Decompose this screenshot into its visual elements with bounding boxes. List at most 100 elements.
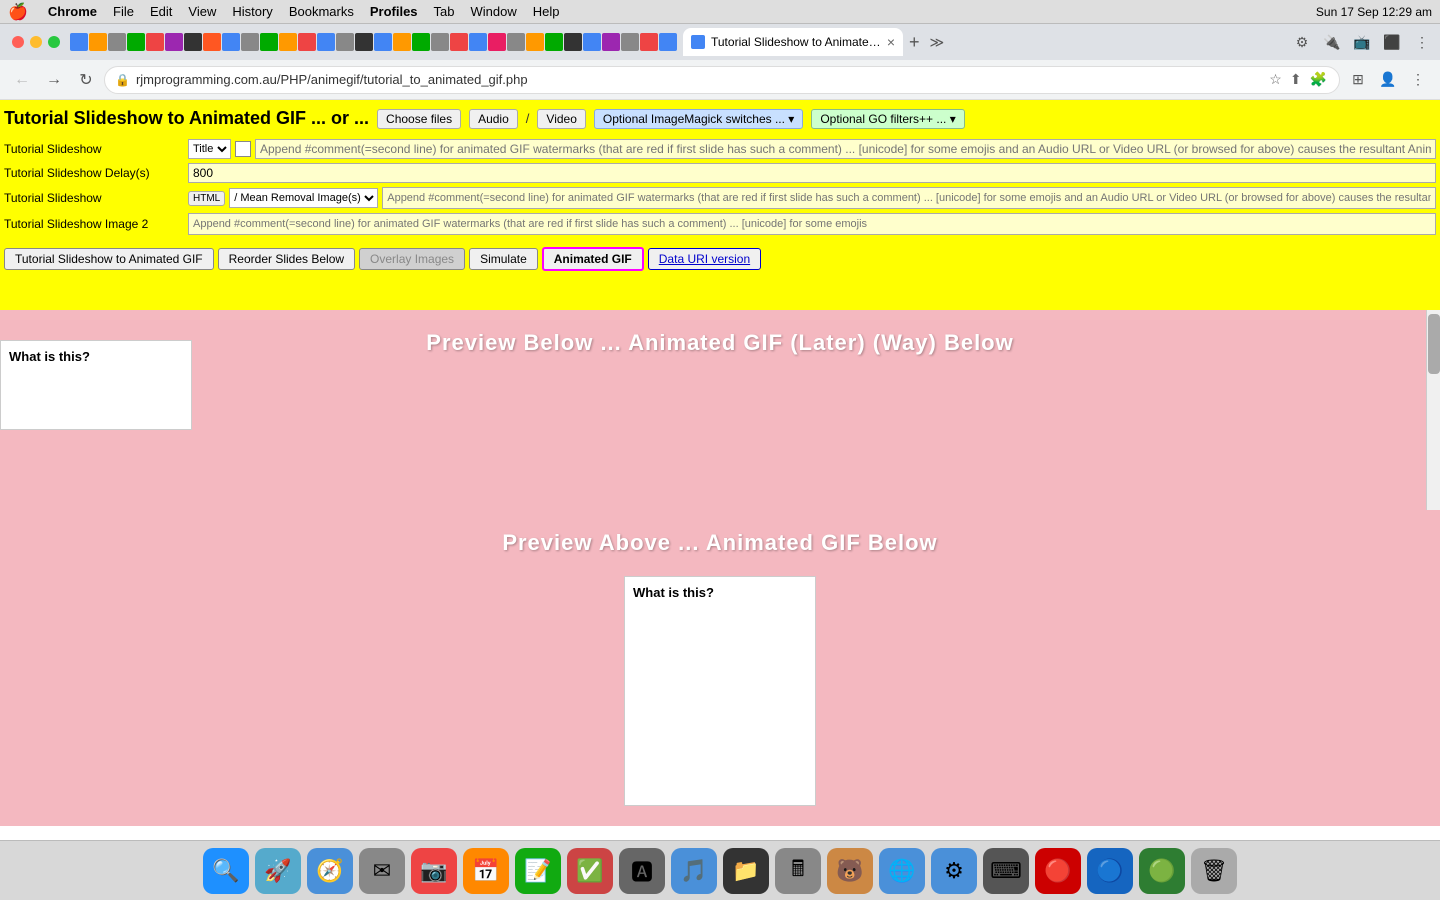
menu-help[interactable]: Help — [533, 4, 560, 19]
slideshow-to-gif-button[interactable]: Tutorial Slideshow to Animated GIF — [4, 248, 214, 270]
tab-favicon-11[interactable] — [260, 33, 278, 51]
tab-favicon-15[interactable] — [336, 33, 354, 51]
bookmark-star-icon[interactable]: ☆ — [1267, 69, 1284, 90]
apple-menu[interactable]: 🍎 — [8, 2, 28, 22]
delay-input[interactable] — [188, 163, 1436, 183]
dock-appstore[interactable]: 🅰 — [619, 848, 665, 894]
tab-favicon-9[interactable] — [222, 33, 240, 51]
dock-extras-2[interactable]: 🔵 — [1087, 848, 1133, 894]
dock-mail[interactable]: ✉ — [359, 848, 405, 894]
slideshow-input[interactable] — [255, 139, 1436, 159]
menu-profiles[interactable]: Profiles — [370, 4, 418, 19]
tab-favicon-2[interactable] — [89, 33, 107, 51]
tab-favicon-19[interactable] — [412, 33, 430, 51]
tab-favicon-7[interactable] — [184, 33, 202, 51]
tab-favicon-5[interactable] — [146, 33, 164, 51]
dock-calendar[interactable]: 📅 — [463, 848, 509, 894]
slideshow-select[interactable]: Title — [188, 139, 231, 159]
menu-history[interactable]: History — [232, 4, 272, 19]
menu-bookmarks[interactable]: Bookmarks — [289, 4, 354, 19]
tab-favicon-25[interactable] — [526, 33, 544, 51]
settings-icon[interactable]: ⚙ — [1288, 28, 1316, 56]
tab-overflow-button[interactable]: ≫ — [926, 34, 949, 51]
split-view-icon[interactable]: ⊞ — [1344, 66, 1372, 94]
menu-window[interactable]: Window — [471, 4, 517, 19]
dock-terminal[interactable]: ⌨ — [983, 848, 1029, 894]
tab-favicon-31[interactable] — [640, 33, 658, 51]
tab-favicon-17[interactable] — [374, 33, 392, 51]
tab-favicon-27[interactable] — [564, 33, 582, 51]
tab-favicon-24[interactable] — [507, 33, 525, 51]
tab-favicon-6[interactable] — [165, 33, 183, 51]
tab-favicon-1[interactable] — [70, 33, 88, 51]
dock-filezilla[interactable]: 📁 — [723, 848, 769, 894]
dock-reminders[interactable]: ✅ — [567, 848, 613, 894]
minimize-window-button[interactable] — [30, 36, 42, 48]
tab-favicon-13[interactable] — [298, 33, 316, 51]
mean-removal-select[interactable]: / Mean Removal Image(s) — [229, 188, 378, 208]
extensions-puzzle-icon[interactable]: 🧩 — [1308, 69, 1329, 90]
chrome-menu-button[interactable]: ⋮ — [1408, 28, 1436, 56]
tab-favicon-4[interactable] — [127, 33, 145, 51]
chrome-apps-icon[interactable]: ⬛ — [1378, 28, 1406, 56]
tab-favicon-8[interactable] — [203, 33, 221, 51]
dock-calculator[interactable]: 🖩 — [775, 848, 821, 894]
dock-notes[interactable]: 📝 — [515, 848, 561, 894]
active-tab[interactable]: Tutorial Slideshow to Animated GIF ... × — [683, 28, 903, 56]
video-button[interactable]: Video — [537, 109, 585, 129]
close-window-button[interactable] — [12, 36, 24, 48]
tab-favicon-30[interactable] — [621, 33, 639, 51]
dock-chrome[interactable]: 🌐 — [879, 848, 925, 894]
menu-edit[interactable]: Edit — [150, 4, 172, 19]
tab-favicon-20[interactable] — [431, 33, 449, 51]
profile-icon[interactable]: 👤 — [1374, 66, 1402, 94]
tab-favicon-16[interactable] — [355, 33, 373, 51]
tab-favicon-21[interactable] — [450, 33, 468, 51]
scrollbar[interactable] — [1426, 310, 1440, 510]
tab-favicon-14[interactable] — [317, 33, 335, 51]
html-input[interactable] — [382, 187, 1436, 209]
dock-system-prefs[interactable]: ⚙ — [931, 848, 977, 894]
forward-button[interactable]: → — [40, 66, 68, 94]
dock-facetime[interactable]: 📷 — [411, 848, 457, 894]
scrollbar-thumb[interactable] — [1428, 314, 1440, 374]
tab-favicon-12[interactable] — [279, 33, 297, 51]
overlay-images-button[interactable]: Overlay Images — [359, 248, 465, 270]
menu-file[interactable]: File — [113, 4, 134, 19]
dock-bear[interactable]: 🐻 — [827, 848, 873, 894]
go-filters-dropdown[interactable]: Optional GO filters++ ... ▾ — [811, 109, 964, 129]
dock-trash[interactable]: 🗑 — [1191, 848, 1237, 894]
chrome-cast-icon[interactable]: 📺 — [1348, 28, 1376, 56]
chrome-menu-icon[interactable]: ⋮ — [1404, 66, 1432, 94]
tab-favicon-18[interactable] — [393, 33, 411, 51]
dock-extras-1[interactable]: 🔴 — [1035, 848, 1081, 894]
menu-view[interactable]: View — [188, 4, 216, 19]
new-tab-button[interactable]: + — [905, 32, 924, 53]
tab-favicon-10[interactable] — [241, 33, 259, 51]
imagemagick-dropdown[interactable]: Optional ImageMagick switches ... ▾ — [594, 109, 803, 129]
tab-favicon-23[interactable] — [488, 33, 506, 51]
share-icon[interactable]: ⬆ — [1288, 69, 1304, 90]
choose-files-button[interactable]: Choose files — [377, 109, 461, 129]
maximize-window-button[interactable] — [48, 36, 60, 48]
dock-music[interactable]: 🎵 — [671, 848, 717, 894]
audio-button[interactable]: Audio — [469, 109, 518, 129]
chrome-extensions-icon[interactable]: 🔌 — [1318, 28, 1346, 56]
app-name[interactable]: Chrome — [48, 4, 97, 19]
back-button[interactable]: ← — [8, 66, 36, 94]
image2-input[interactable] — [188, 213, 1436, 235]
reload-button[interactable]: ↻ — [72, 66, 100, 94]
dock-finder[interactable]: 🔍 — [203, 848, 249, 894]
tab-favicon-32[interactable] — [659, 33, 677, 51]
tab-favicon-26[interactable] — [545, 33, 563, 51]
dock-safari[interactable]: 🧭 — [307, 848, 353, 894]
tab-favicon-28[interactable] — [583, 33, 601, 51]
simulate-button[interactable]: Simulate — [469, 248, 538, 270]
dock-launchpad[interactable]: 🚀 — [255, 848, 301, 894]
animated-gif-button[interactable]: Animated GIF — [542, 247, 644, 271]
tab-favicon-3[interactable] — [108, 33, 126, 51]
data-uri-button[interactable]: Data URI version — [648, 248, 761, 270]
dock-extras-3[interactable]: 🟢 — [1139, 848, 1185, 894]
tab-favicon-22[interactable] — [469, 33, 487, 51]
tab-favicon-29[interactable] — [602, 33, 620, 51]
